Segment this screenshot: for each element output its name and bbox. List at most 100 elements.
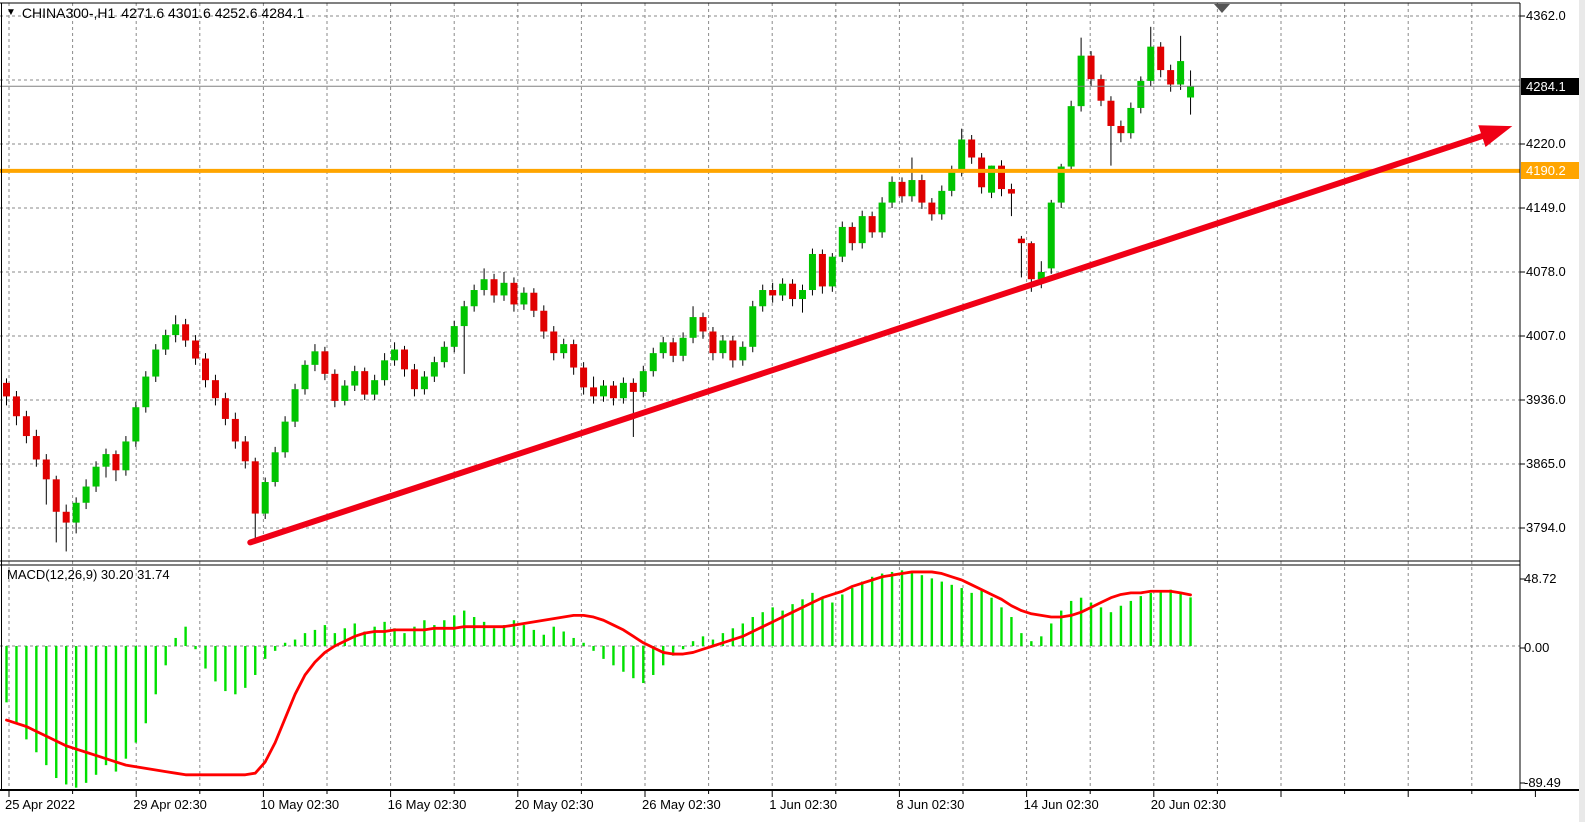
macd-histogram-bar <box>194 646 196 649</box>
candle-body <box>162 335 169 349</box>
candle-body <box>1107 101 1114 126</box>
chart-end-marker-icon[interactable] <box>1214 4 1230 13</box>
candle-body <box>660 342 667 353</box>
macd-histogram-bar <box>1160 591 1162 646</box>
candle-body <box>202 359 209 381</box>
candle-body <box>401 350 408 370</box>
candle-body <box>879 203 886 233</box>
time-axis-label: 14 Jun 02:30 <box>1024 797 1099 812</box>
candle-body <box>122 441 129 470</box>
current-price-badge: 4284.1 <box>1521 78 1579 95</box>
candle-body <box>1177 61 1184 84</box>
candle-body <box>1127 108 1134 133</box>
chart-title: ▼ CHINA300-,H1 4271.6 4301.6 4252.6 4284… <box>6 5 304 21</box>
macd-histogram-bar <box>523 625 525 646</box>
macd-histogram-bar <box>821 598 823 646</box>
time-axis-label: 25 Apr 2022 <box>5 797 75 812</box>
candle-body <box>859 216 866 243</box>
trendline-object[interactable] <box>250 133 1491 542</box>
macd-histogram-bar <box>165 646 167 665</box>
macd-histogram-bar <box>1030 641 1032 646</box>
macd-histogram-bar <box>383 622 385 646</box>
candle-body <box>431 362 438 376</box>
candle-body <box>540 311 547 332</box>
macd-histogram-bar <box>1040 636 1042 646</box>
macd-histogram-bar <box>453 615 455 646</box>
macd-histogram-bar <box>1050 623 1052 646</box>
candle-body <box>481 279 488 290</box>
dropdown-arrow-icon[interactable]: ▼ <box>6 6 16 20</box>
macd-indicator-label: MACD(12,26,9) 30.20 31.74 <box>7 567 170 582</box>
hline-price-badge[interactable]: 4190.2 <box>1521 162 1579 179</box>
candle-body <box>302 365 309 389</box>
time-axis-label: 20 Jun 02:30 <box>1151 797 1226 812</box>
macd-histogram-bar <box>174 638 176 646</box>
candle-body <box>252 461 259 513</box>
candle-body <box>650 353 657 371</box>
macd-histogram-bar <box>543 635 545 646</box>
candle-body <box>421 377 428 390</box>
macd-histogram-bar <box>1169 590 1171 646</box>
macd-histogram-bar <box>403 633 405 646</box>
price-axis-label: 4362.0 <box>1526 8 1566 24</box>
macd-histogram-bar <box>602 646 604 659</box>
macd-histogram-bar <box>941 582 943 646</box>
price-axis-label: 3865.0 <box>1526 456 1566 472</box>
candle-body <box>351 371 358 385</box>
macd-histogram-bar <box>1110 612 1112 646</box>
macd-histogram-bar <box>652 646 654 675</box>
candle-body <box>958 139 965 171</box>
macd-histogram-bar <box>55 646 57 778</box>
candle-body <box>53 479 60 511</box>
macd-histogram-bar <box>214 646 216 681</box>
price-chart-canvas[interactable] <box>0 0 1585 822</box>
macd-histogram-bar <box>582 643 584 646</box>
price-axis-label: 4078.0 <box>1526 264 1566 280</box>
candle-body <box>938 191 945 214</box>
macd-histogram-bar <box>592 646 594 651</box>
macd-histogram-bar <box>931 578 933 646</box>
macd-histogram-bar <box>553 627 555 646</box>
time-axis-label: 26 May 02:30 <box>642 797 721 812</box>
macd-histogram-bar <box>612 646 614 665</box>
candle-body <box>1187 86 1194 97</box>
macd-histogram-bar <box>473 617 475 646</box>
ohlc-values-label: 4271.6 4301.6 4252.6 4284.1 <box>121 5 304 21</box>
candle-body <box>13 396 20 416</box>
candle-body <box>620 383 627 398</box>
macd-histogram-bar <box>45 646 47 765</box>
macd-axis-label: 48.72 <box>1524 571 1557 587</box>
candle-body <box>272 452 279 482</box>
candle-body <box>600 386 607 397</box>
macd-histogram-bar <box>1080 598 1082 646</box>
candle-body <box>1048 203 1055 269</box>
candle-body <box>1008 189 1015 194</box>
macd-histogram-bar <box>463 611 465 646</box>
macd-histogram-bar <box>493 628 495 646</box>
macd-histogram-bar <box>145 646 147 723</box>
macd-histogram-bar <box>1179 593 1181 646</box>
window-edge-strip <box>1579 0 1585 822</box>
candle-body <box>1068 106 1075 166</box>
candle-body <box>700 317 707 331</box>
candle-body <box>719 341 726 354</box>
candle-body <box>789 284 796 299</box>
macd-histogram-bar <box>642 646 644 683</box>
macd-histogram-bar <box>135 646 137 743</box>
candle-body <box>1157 47 1164 70</box>
macd-histogram-bar <box>622 646 624 672</box>
macd-histogram-bar <box>1130 601 1132 646</box>
candle-body <box>63 512 70 523</box>
macd-axis-label: -89.49 <box>1524 775 1561 791</box>
macd-histogram-bar <box>423 620 425 646</box>
candle-body <box>132 407 139 441</box>
candle-body <box>1167 70 1174 84</box>
candle-body <box>192 341 199 359</box>
candle-body <box>968 139 975 157</box>
price-axis-label: 3936.0 <box>1526 392 1566 408</box>
candle-body <box>769 290 776 295</box>
candle-body <box>739 347 746 361</box>
macd-histogram-bar <box>861 582 863 646</box>
candle-body <box>282 422 289 453</box>
macd-histogram-bar <box>503 625 505 646</box>
